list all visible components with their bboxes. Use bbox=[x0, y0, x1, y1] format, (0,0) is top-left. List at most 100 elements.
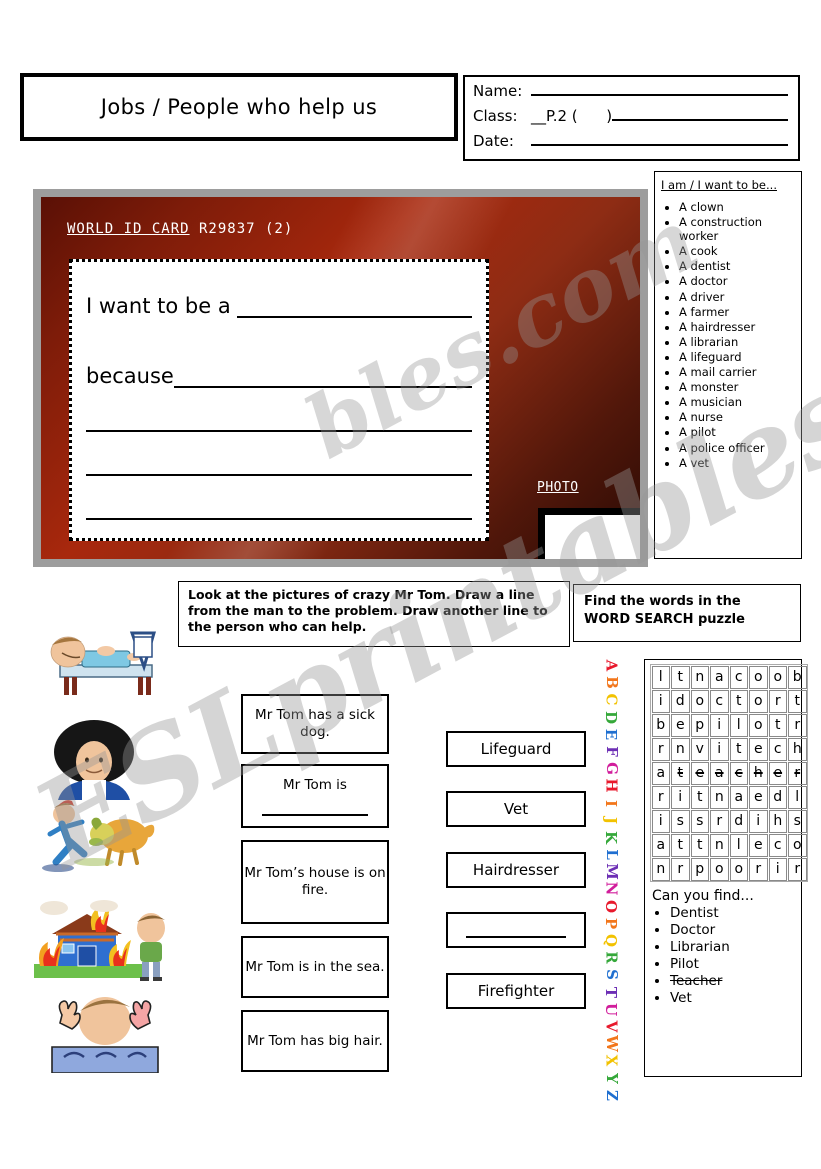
word-search-cell[interactable]: l bbox=[788, 785, 807, 809]
word-search-cell[interactable]: r bbox=[651, 737, 670, 761]
problem-blank[interactable] bbox=[261, 800, 369, 816]
word-search-cell[interactable]: p bbox=[690, 857, 709, 881]
word-search-cell[interactable]: b bbox=[651, 713, 670, 737]
word-search-cell[interactable]: o bbox=[768, 665, 787, 689]
word-search-cell[interactable]: h bbox=[788, 737, 807, 761]
word-search-cell[interactable]: a bbox=[729, 785, 748, 809]
i-want-to-be-label: I want to be a bbox=[86, 294, 238, 318]
word-search-cell[interactable]: t bbox=[729, 689, 748, 713]
word-search-cell[interactable]: e bbox=[749, 785, 768, 809]
word-search-cell[interactable]: r bbox=[768, 689, 787, 713]
class-input-rule[interactable] bbox=[612, 106, 788, 121]
word-search-cell[interactable]: n bbox=[651, 857, 670, 881]
word-search-cell[interactable]: r bbox=[671, 857, 690, 881]
word-search-cell[interactable]: d bbox=[768, 785, 787, 809]
word-search-cell[interactable]: a bbox=[651, 833, 670, 857]
word-search-cell[interactable]: i bbox=[768, 857, 787, 881]
alphabet-letter-m: M bbox=[602, 863, 621, 881]
word-search-cell[interactable]: r bbox=[651, 785, 670, 809]
date-input-rule[interactable] bbox=[531, 131, 788, 146]
word-search-cell[interactable]: r bbox=[788, 857, 807, 881]
word-search-cell[interactable]: a bbox=[651, 761, 670, 785]
problem-box[interactable]: Mr Tom’s house is on fire. bbox=[241, 840, 389, 924]
word-search-cell[interactable]: c bbox=[729, 665, 748, 689]
word-search-cell[interactable]: h bbox=[749, 761, 768, 785]
word-search-cell[interactable]: t bbox=[768, 713, 787, 737]
word-search-cell[interactable]: c bbox=[768, 737, 787, 761]
word-search-cell[interactable]: t bbox=[788, 689, 807, 713]
answer-line-5[interactable] bbox=[86, 484, 472, 520]
word-search-cell[interactable]: e bbox=[671, 713, 690, 737]
word-search-cell[interactable]: s bbox=[788, 809, 807, 833]
word-search-cell[interactable]: l bbox=[729, 833, 748, 857]
word-search-cell[interactable]: i bbox=[651, 689, 670, 713]
alphabet-letter-y: Y bbox=[602, 1072, 621, 1084]
helper-box[interactable]: Vet bbox=[446, 791, 586, 827]
word-search-cell[interactable]: r bbox=[749, 857, 768, 881]
word-search-cell[interactable]: e bbox=[690, 761, 709, 785]
word-search-cell[interactable]: d bbox=[729, 809, 748, 833]
word-search-cell[interactable]: o bbox=[749, 713, 768, 737]
helper-box[interactable]: Lifeguard bbox=[446, 731, 586, 767]
word-search-cell[interactable]: e bbox=[749, 833, 768, 857]
word-search-cell[interactable]: p bbox=[690, 713, 709, 737]
word-search-cell[interactable]: n bbox=[671, 737, 690, 761]
problem-box[interactable]: Mr Tom is bbox=[241, 764, 389, 828]
can-you-find-heading: Can you find... bbox=[652, 888, 754, 904]
word-search-cell[interactable]: d bbox=[671, 689, 690, 713]
word-search-cell[interactable]: o bbox=[749, 689, 768, 713]
word-search-cell[interactable]: l bbox=[651, 665, 670, 689]
word-search-cell[interactable]: t bbox=[729, 737, 748, 761]
problem-box[interactable]: Mr Tom is in the sea. bbox=[241, 936, 389, 998]
word-search-cell[interactable]: r bbox=[788, 761, 807, 785]
word-search-cell[interactable]: i bbox=[671, 785, 690, 809]
word-search-cell[interactable]: t bbox=[671, 761, 690, 785]
word-search-cell[interactable]: t bbox=[671, 833, 690, 857]
word-search-cell[interactable]: a bbox=[710, 665, 729, 689]
name-input-rule[interactable] bbox=[531, 81, 788, 96]
helper-box[interactable]: Hairdresser bbox=[446, 852, 586, 888]
word-search-cell[interactable]: l bbox=[729, 713, 748, 737]
word-search-cell[interactable]: h bbox=[768, 809, 787, 833]
word-search-cell[interactable]: i bbox=[651, 809, 670, 833]
problem-box[interactable]: Mr Tom has big hair. bbox=[241, 1010, 389, 1072]
word-search-cell[interactable]: c bbox=[768, 833, 787, 857]
word-search-cell[interactable]: i bbox=[710, 713, 729, 737]
word-search-cell[interactable]: t bbox=[671, 665, 690, 689]
word-search-cell[interactable]: n bbox=[690, 665, 709, 689]
helper-blank[interactable] bbox=[465, 922, 567, 938]
word-search-cell[interactable]: c bbox=[729, 761, 748, 785]
word-search-cell[interactable]: o bbox=[788, 833, 807, 857]
word-search-cell[interactable]: o bbox=[749, 665, 768, 689]
word-search-grid[interactable]: ltnacoobidoctortbepilotrrnvitechateacher… bbox=[650, 664, 808, 882]
photo-placeholder-frame[interactable] bbox=[538, 508, 640, 559]
word-search-cell[interactable]: r bbox=[788, 713, 807, 737]
word-search-cell[interactable]: n bbox=[710, 833, 729, 857]
answer-line-4[interactable] bbox=[86, 440, 472, 476]
word-search-cell[interactable]: t bbox=[690, 785, 709, 809]
word-search-cell[interactable]: e bbox=[749, 737, 768, 761]
word-search-cell[interactable]: c bbox=[710, 689, 729, 713]
word-search-cell[interactable]: o bbox=[729, 857, 748, 881]
because-blank[interactable] bbox=[173, 366, 472, 388]
word-search-cell[interactable]: o bbox=[710, 857, 729, 881]
word-search-cell[interactable]: v bbox=[690, 737, 709, 761]
word-search-cell[interactable]: b bbox=[788, 665, 807, 689]
helper-box[interactable]: Firefighter bbox=[446, 973, 586, 1009]
problem-box[interactable]: Mr Tom has a sick dog. bbox=[241, 694, 389, 754]
i-want-to-be-blank[interactable] bbox=[237, 296, 472, 318]
word-search-cell[interactable]: e bbox=[768, 761, 787, 785]
word-search-cell[interactable]: i bbox=[710, 737, 729, 761]
word-search-cell[interactable]: s bbox=[690, 809, 709, 833]
word-search-cell[interactable]: t bbox=[690, 833, 709, 857]
word-search-cell[interactable]: o bbox=[690, 689, 709, 713]
word-search-cell[interactable]: a bbox=[710, 761, 729, 785]
word-search-box: ltnacoobidoctortbepilotrrnvitechateacher… bbox=[644, 659, 808, 1077]
helper-box[interactable] bbox=[446, 912, 586, 948]
answer-line-3[interactable] bbox=[86, 396, 472, 432]
word-search-cell[interactable]: s bbox=[671, 809, 690, 833]
word-search-cell[interactable]: i bbox=[749, 809, 768, 833]
word-search-cell[interactable]: n bbox=[710, 785, 729, 809]
job-vocabulary-box: I am / I want to be... A clown A constru… bbox=[654, 171, 802, 559]
word-search-cell[interactable]: r bbox=[710, 809, 729, 833]
